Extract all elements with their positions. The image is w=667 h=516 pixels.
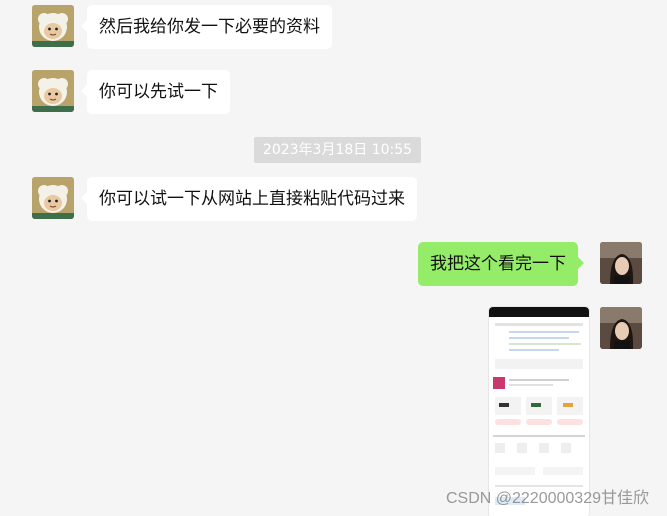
contact-avatar[interactable] (32, 5, 74, 47)
contact-avatar[interactable] (32, 177, 74, 219)
timestamp-badge: 2023年3月18日 10:55 (254, 137, 421, 163)
chat-window: 然后我给你发一下必要的资料 你可以先试一下 2023年3月18日 10:55 你… (0, 0, 667, 516)
incoming-message[interactable]: 你可以先试一下 (81, 70, 230, 114)
profile-photo-icon (600, 242, 642, 284)
sheep-avatar-icon (32, 177, 74, 219)
incoming-message[interactable]: 然后我给你发一下必要的资料 (81, 5, 332, 49)
watermark-text: CSDN @2220000329甘佳欣 (445, 490, 649, 507)
self-avatar[interactable] (600, 242, 642, 284)
self-avatar[interactable] (600, 307, 642, 349)
outgoing-message[interactable]: 我把这个看完一下 (418, 242, 584, 286)
incoming-message[interactable]: 你可以试一下从网站上直接粘贴代码过来 (81, 177, 417, 221)
contact-avatar[interactable] (32, 70, 74, 112)
sheep-avatar-icon (32, 5, 74, 47)
sheep-avatar-icon (32, 70, 74, 112)
profile-photo-icon (600, 307, 642, 349)
